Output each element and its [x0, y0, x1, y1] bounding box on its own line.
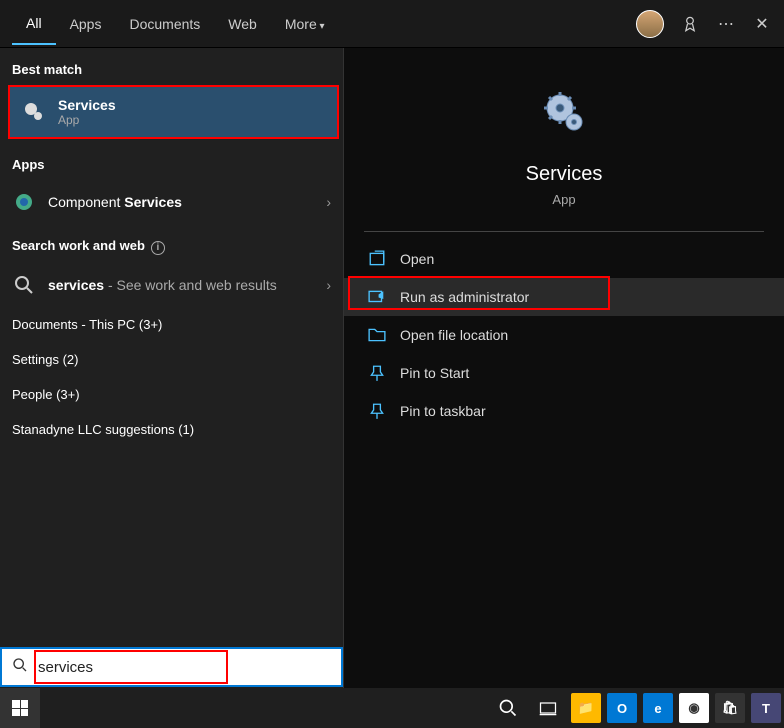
- user-avatar[interactable]: [636, 10, 664, 38]
- search-button[interactable]: [488, 688, 528, 728]
- action-pin-to-start[interactable]: Pin to Start: [344, 354, 784, 392]
- reward-icon[interactable]: [680, 14, 700, 34]
- tab-all[interactable]: All: [12, 3, 56, 45]
- start-button[interactable]: [0, 688, 40, 728]
- info-icon: i: [151, 241, 165, 255]
- tab-more[interactable]: More: [271, 4, 339, 44]
- result-title: Services: [58, 97, 116, 113]
- annotation-highlight: [34, 650, 228, 684]
- tab-web[interactable]: Web: [214, 4, 271, 44]
- preview-title: Services: [344, 163, 784, 186]
- search-icon: [2, 657, 38, 678]
- result-services[interactable]: Services App: [8, 85, 339, 139]
- annotation-highlight: [348, 276, 610, 310]
- pin-icon: [368, 364, 386, 382]
- taskbar-app-outlook[interactable]: O: [607, 693, 637, 723]
- open-icon: [368, 250, 386, 268]
- tab-documents[interactable]: Documents: [115, 4, 214, 44]
- section-suggestions[interactable]: Stanadyne LLC suggestions (1): [0, 412, 343, 447]
- folder-icon: [368, 326, 386, 344]
- taskbar: 📁Oe◉🛍T: [0, 688, 784, 728]
- chevron-right-icon: ›: [326, 194, 331, 210]
- tab-apps[interactable]: Apps: [56, 4, 116, 44]
- action-label: Pin to Start: [400, 365, 469, 381]
- preview-subtitle: App: [344, 192, 784, 207]
- results-list: Best match Services App Apps Component S…: [0, 48, 343, 688]
- taskbar-app-edge[interactable]: e: [643, 693, 673, 723]
- task-view-button[interactable]: [528, 688, 568, 728]
- action-open[interactable]: Open: [344, 240, 784, 278]
- section-settings[interactable]: Settings (2): [0, 342, 343, 377]
- action-list: Open Run as administrator Open file loca…: [344, 232, 784, 438]
- section-documents[interactable]: Documents - This PC (3+): [0, 307, 343, 342]
- close-icon[interactable]: ✕: [752, 14, 772, 34]
- taskbar-app-teams[interactable]: T: [751, 693, 781, 723]
- more-options-icon[interactable]: ⋯: [716, 14, 736, 34]
- gear-icon: [22, 100, 46, 124]
- section-search-web: Search work and webi: [0, 224, 343, 263]
- chevron-right-icon: ›: [326, 277, 331, 293]
- windows-logo-icon: [12, 700, 28, 716]
- result-web-search[interactable]: services - See work and web results ›: [0, 263, 343, 307]
- search-icon: [12, 273, 36, 297]
- action-pin-to-taskbar[interactable]: Pin to taskbar: [344, 392, 784, 430]
- taskbar-app-chrome[interactable]: ◉: [679, 693, 709, 723]
- pin-icon: [368, 402, 386, 420]
- action-label: Open: [400, 251, 434, 267]
- taskbar-app-file-explorer[interactable]: 📁: [571, 693, 601, 723]
- search-tabs: All Apps Documents Web More ⋯ ✕: [0, 0, 784, 48]
- search-box-container: [0, 647, 343, 687]
- action-label: Open file location: [400, 327, 508, 343]
- result-title: services - See work and web results: [48, 277, 326, 293]
- services-app-icon: [540, 88, 588, 141]
- result-subtitle: App: [58, 113, 325, 127]
- result-component-services[interactable]: Component Services ›: [0, 180, 343, 224]
- result-title: Component Services: [48, 194, 326, 210]
- taskbar-app-store[interactable]: 🛍: [715, 693, 745, 723]
- preview-pane: Services App Open Run as administrator: [343, 48, 784, 688]
- section-best-match: Best match: [0, 48, 343, 85]
- component-icon: [12, 190, 36, 214]
- action-open-file-location[interactable]: Open file location: [344, 316, 784, 354]
- action-label: Pin to taskbar: [400, 403, 486, 419]
- section-people[interactable]: People (3+): [0, 377, 343, 412]
- section-apps: Apps: [0, 143, 343, 180]
